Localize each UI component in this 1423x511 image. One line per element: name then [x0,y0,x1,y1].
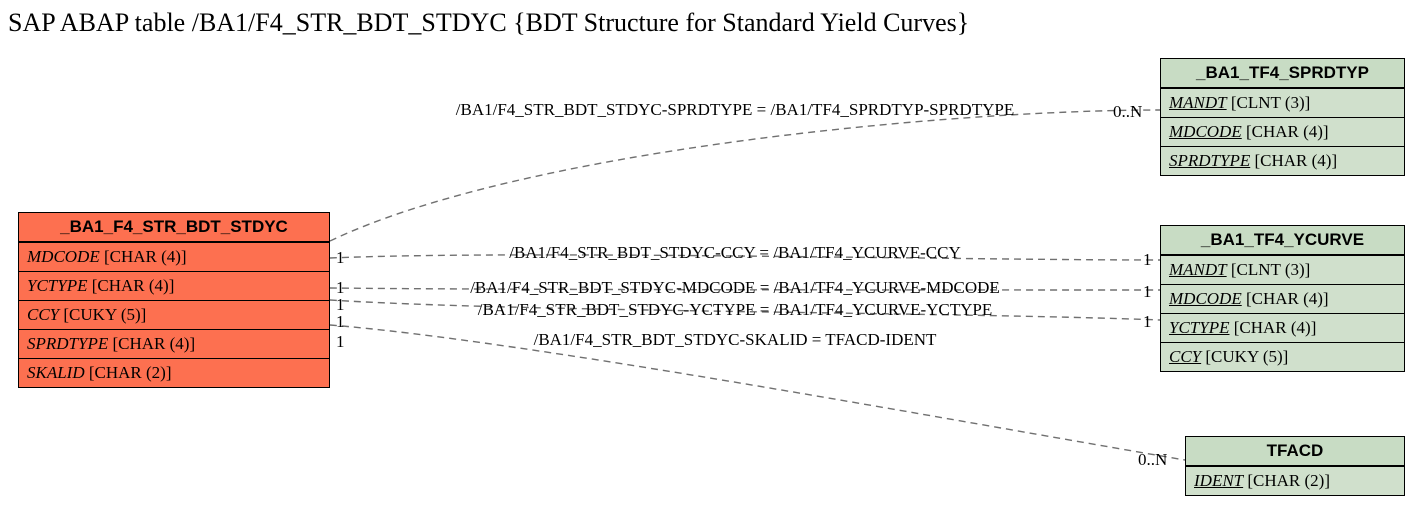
cardinality: 1 [1143,282,1152,302]
table-row: IDENT [CHAR (2)] [1186,466,1404,495]
relation-label: /BA1/F4_STR_BDT_STDYC-MDCODE = /BA1/TF4_… [390,278,1080,298]
cardinality: 1 [1143,250,1152,270]
table-row: MDCODE [CHAR (4)] [1161,284,1404,313]
relation-label: /BA1/F4_STR_BDT_STDYC-YCTYPE = /BA1/TF4_… [390,300,1080,320]
table-left: _BA1_F4_STR_BDT_STDYC MDCODE [CHAR (4)] … [18,212,330,388]
table-row: SKALID [CHAR (2)] [19,358,329,387]
table-left-header: _BA1_F4_STR_BDT_STDYC [19,213,329,242]
diagram-canvas: SAP ABAP table /BA1/F4_STR_BDT_STDYC {BD… [0,0,1423,511]
table-row: YCTYPE [CHAR (4)] [19,271,329,300]
cardinality: 0..N [1138,450,1167,470]
table-row: SPRDTYPE [CHAR (4)] [1161,146,1404,175]
page-title: SAP ABAP table /BA1/F4_STR_BDT_STDYC {BD… [8,8,969,38]
table-sprdtyp: _BA1_TF4_SPRDTYP MANDT [CLNT (3)] MDCODE… [1160,58,1405,176]
table-row: SPRDTYPE [CHAR (4)] [19,329,329,358]
cardinality: 1 [336,332,345,352]
table-ycurve: _BA1_TF4_YCURVE MANDT [CLNT (3)] MDCODE … [1160,225,1405,372]
table-tfacd-header: TFACD [1186,437,1404,466]
table-row: CCY [CUKY (5)] [19,300,329,329]
cardinality: 1 [1143,312,1152,332]
table-row: MDCODE [CHAR (4)] [1161,117,1404,146]
cardinality: 1 [336,312,345,332]
table-row: MANDT [CLNT (3)] [1161,255,1404,284]
cardinality: 0..N [1113,102,1142,122]
table-tfacd: TFACD IDENT [CHAR (2)] [1185,436,1405,496]
relation-label: /BA1/F4_STR_BDT_STDYC-CCY = /BA1/TF4_YCU… [390,243,1080,263]
relation-label: /BA1/F4_STR_BDT_STDYC-SPRDTYPE = /BA1/TF… [390,100,1080,120]
table-ycurve-header: _BA1_TF4_YCURVE [1161,226,1404,255]
table-row: CCY [CUKY (5)] [1161,342,1404,371]
table-sprdtyp-header: _BA1_TF4_SPRDTYP [1161,59,1404,88]
table-row: YCTYPE [CHAR (4)] [1161,313,1404,342]
table-row: MANDT [CLNT (3)] [1161,88,1404,117]
table-row: MDCODE [CHAR (4)] [19,242,329,271]
relation-label: /BA1/F4_STR_BDT_STDYC-SKALID = TFACD-IDE… [390,330,1080,350]
cardinality: 1 [336,248,345,268]
